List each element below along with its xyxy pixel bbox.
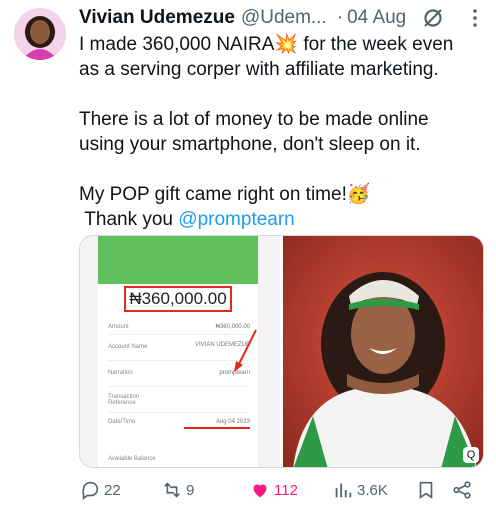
reply-button[interactable]: 22 [79, 476, 121, 504]
grok-icon[interactable] [421, 6, 445, 30]
heart-icon [253, 484, 267, 498]
receipt-label: Available Balance [108, 456, 156, 462]
collision-emoji: 💥 [274, 33, 299, 55]
party-emoji: 🥳 [346, 183, 371, 205]
share-icon [453, 481, 471, 499]
divider [108, 360, 248, 361]
text-line-2: as a serving corper with affiliate marke… [79, 59, 439, 80]
receipt-amount: ₦360,000.00 [124, 286, 232, 312]
views-icon [335, 483, 352, 498]
text-line-1: I made 360,000 NAIRA💥 for the week even [79, 32, 484, 57]
more-options-icon[interactable] [463, 6, 487, 30]
bookmark-icon [419, 481, 433, 499]
author-name[interactable]: Vivian Udemezue [79, 7, 235, 29]
views-count: 3.6K [357, 481, 388, 499]
receipt-value: Aug 04 2023 [215, 419, 250, 425]
media-grid: ₦360,000.00 Amount ₦360,000.00 Account N… [79, 235, 484, 468]
portrait-illustration [283, 236, 483, 467]
receipt-label: Amount [108, 324, 129, 330]
share-button[interactable] [451, 476, 476, 504]
receipt-image[interactable]: ₦360,000.00 Amount ₦360,000.00 Account N… [80, 236, 280, 467]
alt-badge[interactable]: Q [463, 447, 479, 463]
text-line-6: Thank you @promptearn [79, 207, 484, 232]
text-span: My POP gift came right on time! [79, 184, 347, 205]
highlight-underline [184, 427, 250, 429]
repost-button[interactable]: 9 [161, 476, 194, 504]
text-line-4: using your smartphone, don't sleep on it… [79, 134, 421, 155]
divider [108, 386, 248, 387]
like-button[interactable]: 112 [249, 476, 298, 504]
text-span: for the week even [303, 34, 454, 55]
timestamp[interactable]: 04 Aug [347, 7, 406, 29]
red-arrow-icon [234, 329, 257, 372]
bookmark-button[interactable] [415, 476, 440, 504]
divider [108, 334, 248, 335]
divider [108, 412, 248, 413]
reply-icon [82, 481, 99, 500]
separator: · [336, 7, 344, 28]
receipt-label: Narration [108, 370, 133, 376]
portrait-photo[interactable]: Q [283, 236, 483, 467]
avatar-image [14, 8, 66, 60]
repost-icon [164, 482, 180, 498]
receipt-label: Transaction Reference [108, 394, 140, 406]
repost-count: 9 [186, 481, 195, 499]
mention-link[interactable]: @promptearn [178, 209, 294, 230]
avatar[interactable] [14, 8, 66, 60]
views-button[interactable]: 3.6K [332, 476, 388, 504]
tweet-actions: 22 9 112 3.6K [79, 476, 484, 504]
receipt-label: Account Name [108, 344, 148, 350]
text-line-5: My POP gift came right on time!🥳 [79, 182, 484, 207]
text-span: Thank you [84, 209, 174, 230]
reply-count: 22 [104, 481, 121, 499]
receipt-label: Date/Time [108, 419, 136, 425]
author-handle[interactable]: @Udem... [241, 7, 327, 29]
like-count: 112 [274, 481, 298, 499]
receipt-header [98, 236, 258, 284]
text-span: I made 360,000 NAIRA [79, 34, 275, 55]
tweet-text: I made 360,000 NAIRA💥 for the week even … [79, 32, 484, 232]
text-line-3: There is a lot of money to be made onlin… [79, 109, 429, 130]
tweet-header: Vivian Udemezue @Udem... · 04 Aug [79, 6, 484, 30]
